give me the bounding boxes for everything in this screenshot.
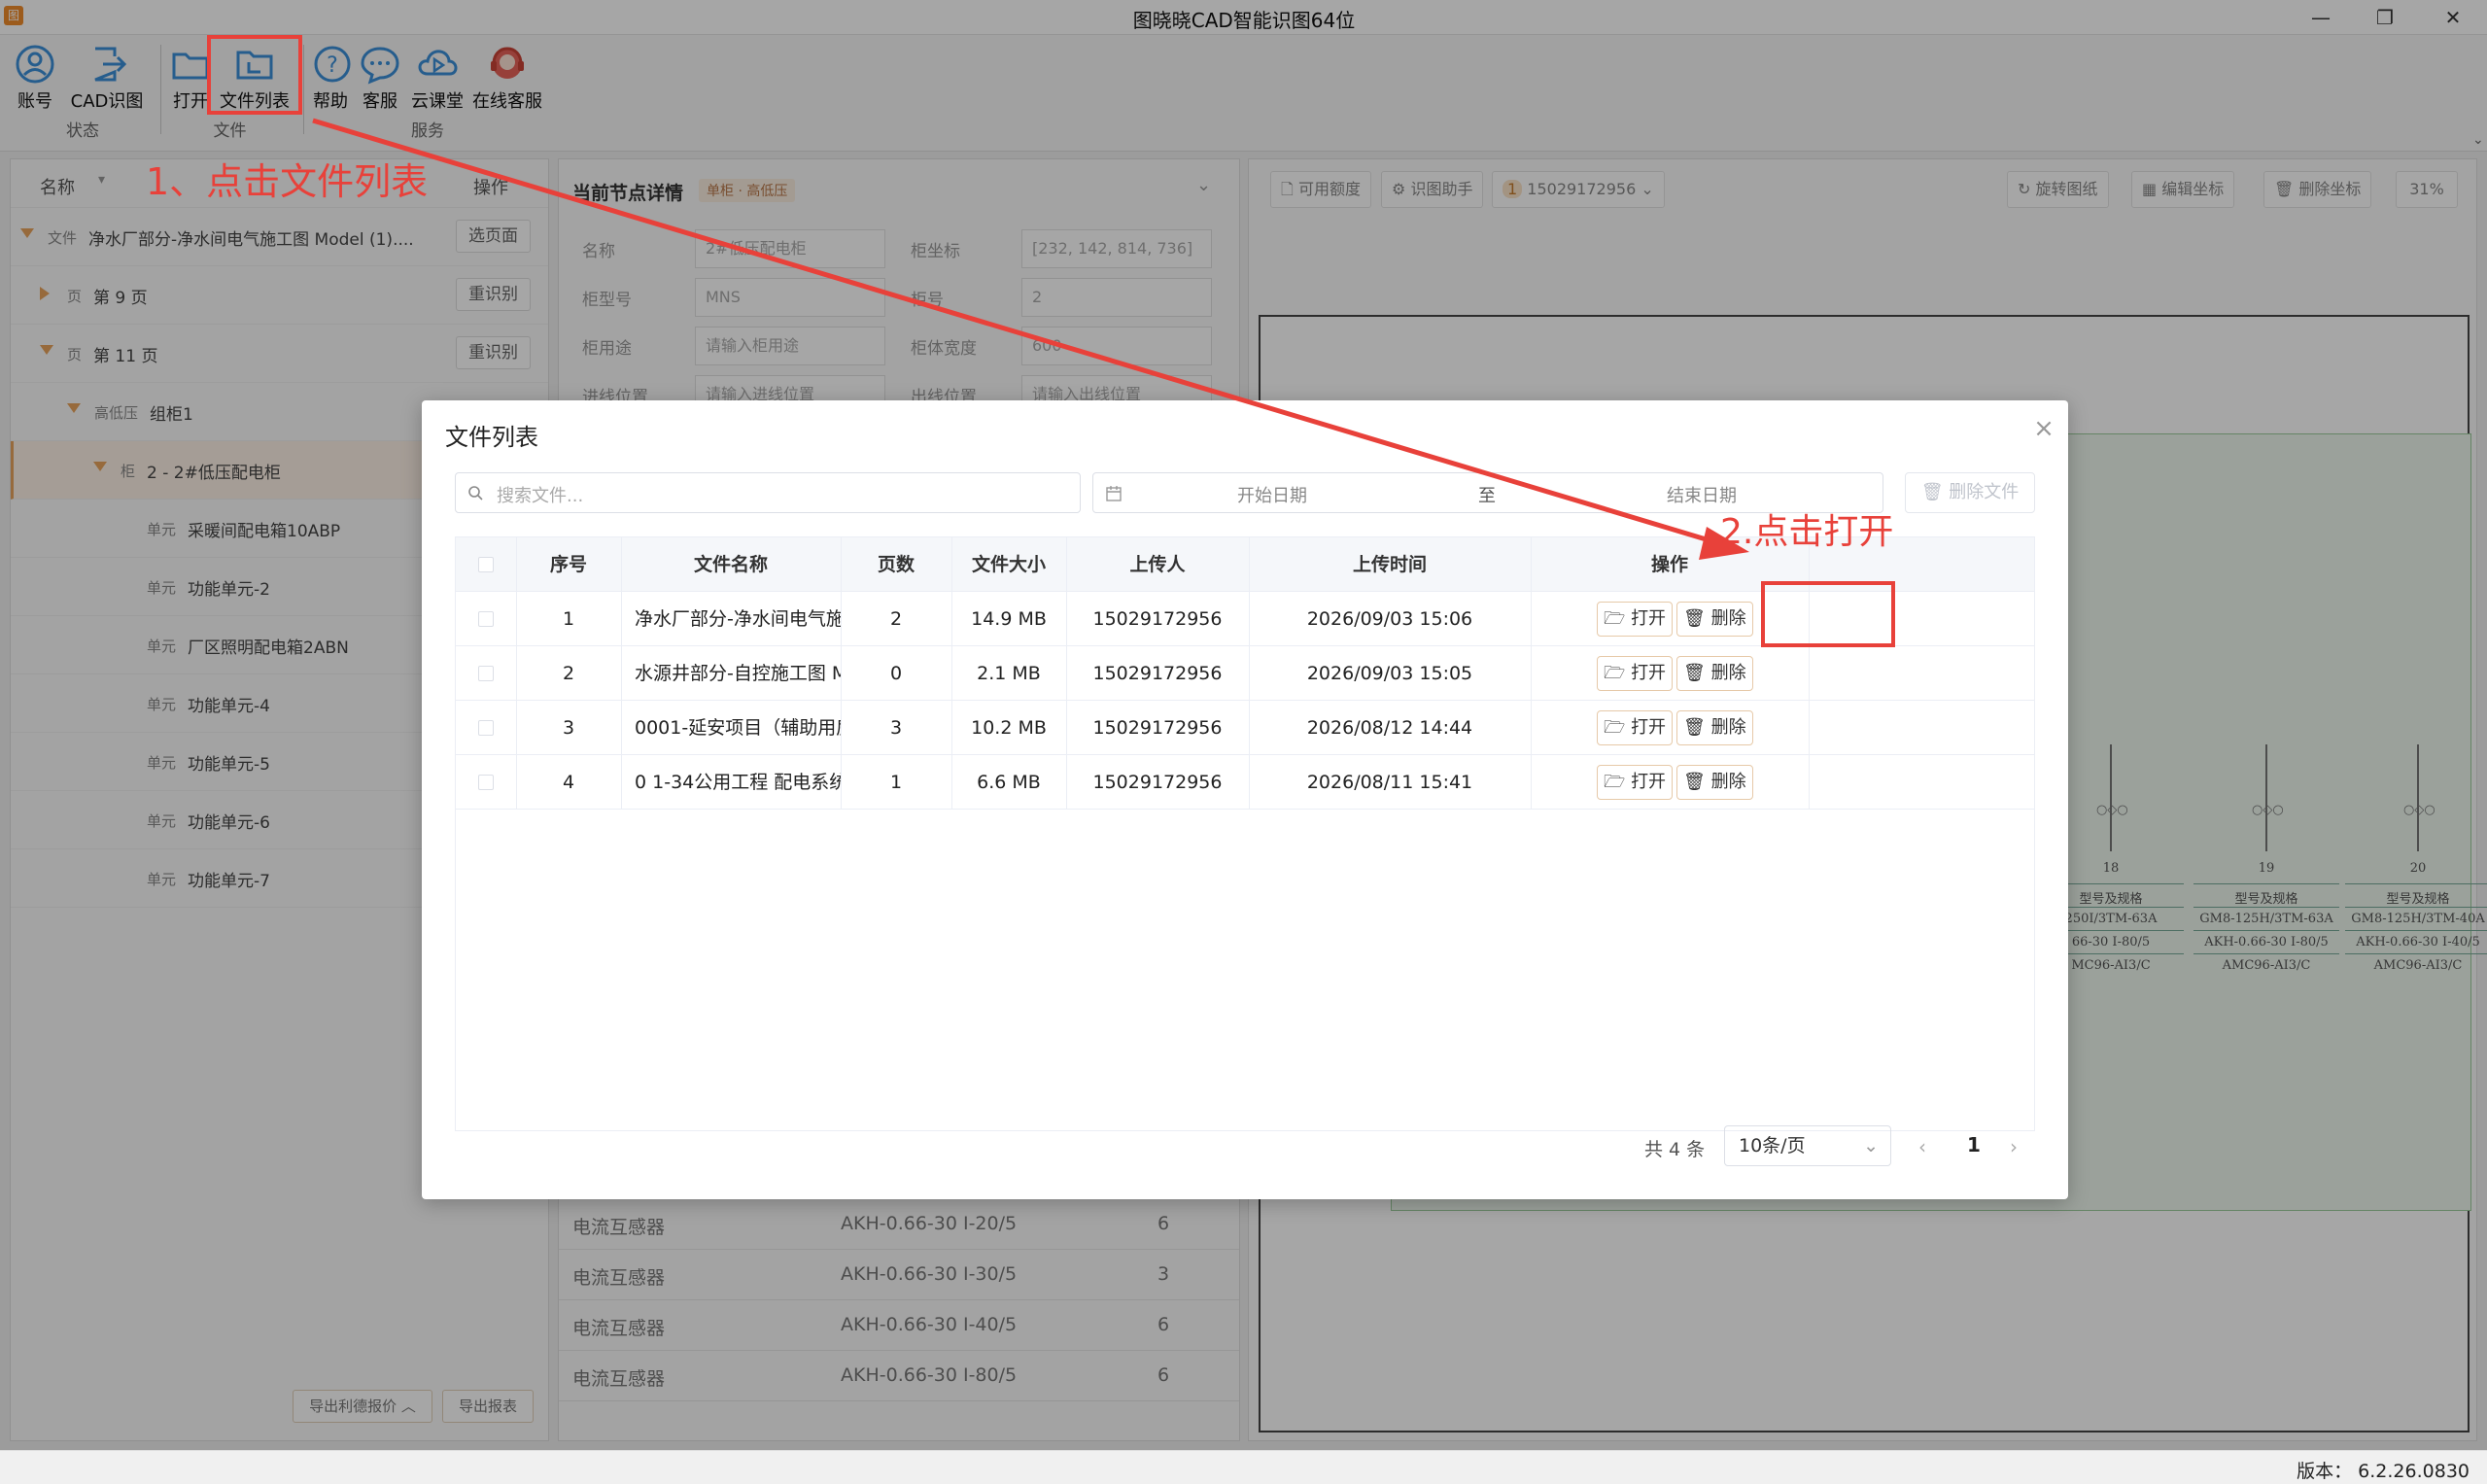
- annotation-layer: [312, 118, 1749, 560]
- annotation-step2: 2.点击打开: [1720, 512, 1894, 552]
- annotation-step1: 1、点击文件列表: [146, 160, 429, 203]
- version-label: 版本： 6.2.26.0830: [2297, 1461, 2470, 1482]
- annotation-box-open: [1761, 581, 1895, 647]
- annotation-box-file-list: [207, 35, 302, 115]
- status-bar: 版本： 6.2.26.0830: [0, 1450, 2487, 1484]
- annotation-arrow-line: [312, 118, 1723, 547]
